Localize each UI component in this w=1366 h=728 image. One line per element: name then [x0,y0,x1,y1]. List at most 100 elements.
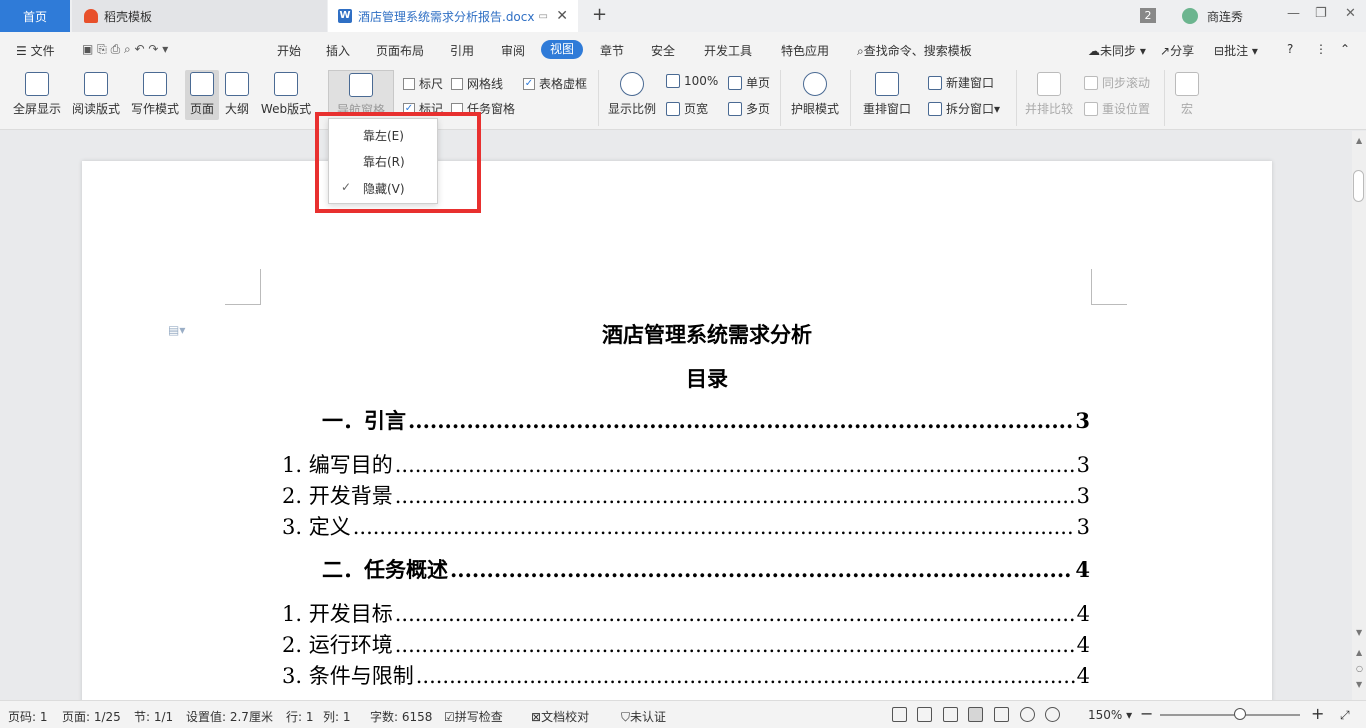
zoom-level[interactable]: 150% ▾ [1088,708,1132,722]
side-by-side-button[interactable]: 并排比较 [1024,72,1074,117]
more-icon[interactable]: ⋮ [1315,42,1327,56]
toc-entry[interactable]: 1. 编写目的 3 [282,449,1090,479]
nav-pane-button[interactable]: 导航窗格 [328,70,394,117]
user-name[interactable]: 商连秀 [1207,8,1243,25]
split-window-button[interactable]: 拆分窗口 ▾ [928,100,1000,117]
vertical-scrollbar[interactable] [1352,131,1366,700]
writing-mode-icon[interactable] [943,707,958,722]
avatar[interactable] [1182,8,1198,24]
gridlines-checkbox[interactable]: 网格线 [451,75,503,92]
tab-daoke-templates[interactable]: 稻壳模板 [72,0,327,32]
toc-entry[interactable]: 2. 开发背景 3 [282,480,1090,510]
toc-entry-page: 4 [1076,664,1090,688]
fullscreen-button[interactable]: 全屏显示 [12,72,62,117]
tab-page-layout[interactable]: 页面布局 [376,42,424,59]
next-page-icon[interactable]: ▼ [1356,680,1362,689]
close-tab-icon[interactable]: ✕ [556,8,568,24]
proofread-button[interactable]: ⊠文档校对 [531,708,589,725]
window-count-badge[interactable]: 2 [1140,8,1156,23]
multi-page-button[interactable]: 多页 [728,100,770,117]
tab-security[interactable]: 安全 [651,42,675,59]
document-area[interactable]: ▤▾ 酒店管理系统需求分析 目录 一．引言3 1. 编写目的3 2. 开发背景3… [0,131,1352,700]
reset-position-button[interactable]: 重设位置 [1084,100,1150,117]
tab-view[interactable]: 视图 [541,40,583,59]
spell-check-button[interactable]: ☑拼写检查 [444,708,503,725]
ribbon-view: 全屏显示 阅读版式 写作模式 页面 大纲 Web版式 导航窗格 标尺 网格线 ✓… [0,66,1366,130]
toc-entry-page: 3 [1076,484,1090,508]
document-page[interactable]: ▤▾ 酒店管理系统需求分析 目录 一．引言3 1. 编写目的3 2. 开发背景3… [82,161,1272,700]
restore-icon[interactable]: ❐ [1315,6,1327,21]
select-browse-icon[interactable]: ○ [1356,664,1363,673]
new-window-icon [928,75,942,90]
scroll-up-icon[interactable]: ▲ [1356,136,1362,145]
outline-button[interactable]: 大纲 [222,72,252,117]
reading-layout-button[interactable]: 阅读版式 [71,72,121,117]
zoom-slider[interactable] [1160,714,1300,716]
single-page-button[interactable]: 单页 [728,74,770,91]
tab-chapter[interactable]: 章节 [600,42,624,59]
help-icon[interactable]: ? [1287,42,1293,56]
table-gridlines-checkbox[interactable]: ✓ 表格虚框 [523,75,587,92]
word-count[interactable]: 字数: 6158 [370,708,432,725]
toc-entry[interactable]: 一．引言 3 [322,405,1090,435]
sync-scroll-button[interactable]: 同步滚动 [1084,74,1150,91]
add-tab-icon[interactable]: + [592,4,607,25]
row-info[interactable]: 行: 1 [286,708,314,725]
toc-entry[interactable]: 2. 运行环境 4 [282,629,1090,659]
ruler-checkbox[interactable]: 标尺 [403,75,443,92]
section-info[interactable]: 节: 1/1 [134,708,173,725]
web-layout-button[interactable]: Web版式 [259,72,313,117]
page-layout-button[interactable]: 页面 [185,70,219,120]
macro-button[interactable]: 宏 [1172,72,1202,117]
eye-protection-icon[interactable] [1045,707,1060,722]
page-view-icon[interactable] [968,707,983,722]
comment-button[interactable]: ⊟批注 ▾ [1214,42,1258,59]
tab-insert[interactable]: 插入 [326,42,350,59]
scrollbar-thumb[interactable] [1353,170,1364,202]
monitor-icon[interactable]: ▭ [538,11,547,22]
toc-entry[interactable]: 3. 条件与限制 4 [282,660,1090,690]
share-button[interactable]: ↗分享 [1160,42,1194,59]
sync-status[interactable]: ☁未同步 ▾ [1088,42,1146,59]
zoom-in-icon[interactable]: + [1311,704,1324,723]
tab-references[interactable]: 引用 [450,42,474,59]
rearrange-windows-button[interactable]: 重排窗口 [858,72,916,117]
search-commands[interactable]: ⌕查找命令、搜索模板 [857,42,972,59]
tab-review[interactable]: 审阅 [501,42,525,59]
file-menu[interactable]: ☰ 文件 [16,42,55,59]
outline-view-icon[interactable] [994,707,1009,722]
toc-entry-page: 3 [1075,408,1090,433]
fullscreen-icon[interactable] [892,707,907,722]
toc-entry[interactable]: 二．任务概述 4 [322,554,1090,584]
prev-page-icon[interactable]: ▲ [1356,648,1362,657]
page-width-button[interactable]: 页宽 [666,100,708,117]
setting-value[interactable]: 设置值: 2.7厘米 [186,708,273,725]
collapse-ribbon-icon[interactable]: ⌃ [1340,42,1350,56]
new-window-button[interactable]: 新建窗口 [928,74,994,91]
eye-protection-button[interactable]: 护眼模式 [788,72,842,117]
tab-start[interactable]: 开始 [277,42,301,59]
column-info[interactable]: 列: 1 [323,708,351,725]
scroll-down-icon[interactable]: ▼ [1356,628,1362,637]
page-number[interactable]: 页码: 1 [8,708,48,725]
tab-developer[interactable]: 开发工具 [704,42,752,59]
toc-entry[interactable]: 1. 开发目标 4 [282,598,1090,628]
web-view-icon[interactable] [1020,707,1035,722]
page-count[interactable]: 页面: 1/25 [62,708,121,725]
zoom-slider-handle[interactable] [1234,708,1246,720]
tab-features[interactable]: 特色应用 [781,42,829,59]
tab-home[interactable]: 首页 [0,0,70,32]
tab-document[interactable]: W 酒店管理系统需求分析报告.docx ▭ ✕ [328,0,578,32]
reading-layout-icon[interactable] [917,707,932,722]
zoom-out-icon[interactable]: − [1140,704,1153,723]
writing-mode-button[interactable]: 写作模式 [130,72,180,117]
certification-status[interactable]: ⛉未认证 [621,708,666,725]
zoom-100-button[interactable]: 100% [666,74,718,88]
zoom-button[interactable]: 显示比例 [606,72,658,117]
spell-check-label: 拼写检查 [454,710,503,724]
fit-window-icon[interactable]: ⤢ [1340,708,1350,723]
minimize-icon[interactable]: — [1287,6,1300,21]
toc-entry[interactable]: 3. 定义 3 [282,511,1090,541]
close-window-icon[interactable]: ✕ [1345,6,1356,21]
quick-access-icons[interactable]: ▣ ⎘ ⎙ ⌕ ↶ ↷ ▾ [82,42,168,57]
